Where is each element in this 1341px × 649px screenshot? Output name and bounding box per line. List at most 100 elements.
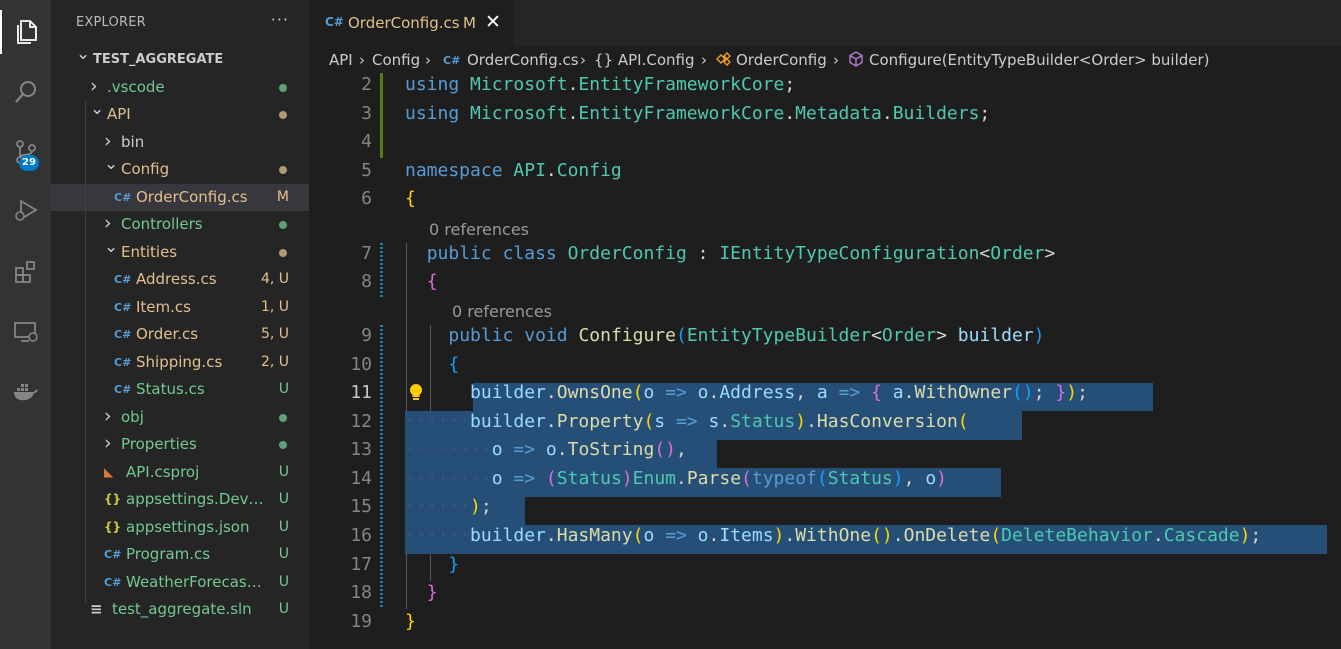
csharp-file-icon: C# [114, 300, 132, 314]
extensions-activity[interactable] [0, 250, 51, 294]
git-status-decoration: M [276, 188, 289, 205]
json-file-icon: {} [104, 519, 122, 534]
folder-item[interactable]: ⌄ Config [51, 154, 309, 183]
file-item[interactable]: {} appsettings.json U [51, 514, 309, 541]
csharp-file-icon: C# [104, 548, 122, 561]
line-number: 16 [350, 525, 372, 546]
codelens-method-references[interactable]: 0 references [452, 302, 552, 321]
csharp-file-icon: C# [114, 328, 132, 341]
code-line: } [426, 582, 438, 603]
docker-activity[interactable] [0, 370, 51, 414]
file-item[interactable]: {} appsettings.Develop... U [51, 486, 309, 513]
breadcrumb-class[interactable]: OrderConfig [736, 51, 827, 69]
run-debug-activity[interactable] [0, 188, 51, 232]
tree-item-label: Address.cs [136, 270, 217, 288]
file-item[interactable]: ◣ API.csproj U [51, 459, 309, 486]
git-status-decoration: U [278, 463, 289, 480]
breadcrumb-namespace[interactable]: {} API.Config [594, 51, 694, 69]
workspace-root[interactable]: ⌄ TEST_AGGREGATE [51, 44, 309, 73]
code-line: using Microsoft.EntityFrameworkCore.Meta… [405, 103, 991, 124]
breadcrumb-method[interactable]: Configure(EntityTypeBuilder<Order> build… [869, 51, 1210, 69]
chevron-right-icon[interactable]: › [104, 430, 116, 457]
chevron-down-icon[interactable]: ⌄ [90, 96, 104, 123]
csharp-file-icon: C# [114, 273, 132, 286]
folder-item[interactable]: › obj [51, 404, 309, 431]
chevron-right-icon[interactable]: › [104, 403, 116, 430]
git-status-decoration: U [278, 573, 289, 590]
file-item[interactable]: C# WeatherForecast.cs U [51, 569, 309, 596]
folder-item[interactable]: › Controllers [51, 211, 309, 238]
tree-item-label: Status.cs [136, 380, 205, 398]
remote-explorer-activity[interactable] [0, 310, 51, 354]
tab-orderconfig[interactable]: C# OrderConfig.cs M ✕ [309, 0, 514, 47]
git-status-decoration: U [278, 491, 289, 507]
more-actions-button[interactable]: ··· [271, 10, 289, 29]
code-editor[interactable]: 2 3 4 5 6 7 8 9 10 11 12 13 14 15 16 17 18 19 0 reference… [309, 73, 1341, 649]
line-number: 8 [361, 271, 372, 292]
tree-item-label: Controllers [121, 215, 203, 233]
explorer-activity[interactable] [0, 10, 51, 54]
git-added-gutter [380, 73, 383, 158]
line-number: 14 [350, 468, 372, 489]
source-control-activity[interactable]: 29 [0, 130, 51, 174]
breadcrumb-config[interactable]: Config [372, 51, 420, 69]
line-number: 10 [350, 354, 372, 375]
file-item[interactable]: C# Item.cs 1, U [51, 294, 309, 321]
line-number: 2 [361, 74, 372, 95]
file-item[interactable]: C# Order.cs 5, U [51, 321, 309, 348]
code-line: ········o => (Status)Enum.Parse(typeof(S… [405, 468, 947, 489]
line-number: 12 [350, 411, 372, 432]
tree-item-label: OrderConfig.cs [136, 187, 248, 206]
breadcrumb-separator: › [580, 51, 586, 69]
tree-item-label: obj [121, 407, 144, 426]
git-status-dot [279, 248, 287, 257]
files-icon [16, 20, 37, 44]
file-item[interactable]: C# Program.cs U [51, 541, 309, 568]
file-item[interactable]: C# Status.cs U [51, 376, 309, 403]
tree-item-label: WeatherForecast.cs [126, 572, 264, 591]
scm-count-badge: 29 [19, 155, 39, 171]
tree-item-label: Order.cs [136, 325, 199, 343]
breadcrumb-separator: › [701, 51, 707, 69]
folder-item[interactable]: › Properties [51, 431, 309, 458]
file-item[interactable]: C# OrderConfig.cs M [51, 183, 309, 211]
json-file-icon: {} [104, 492, 122, 506]
tree-item-label: bin [121, 132, 145, 151]
breadcrumb-file[interactable]: OrderConfig.cs [467, 51, 579, 69]
git-status-decoration: U [278, 381, 289, 397]
code-line: using Microsoft.EntityFrameworkCore; [405, 74, 796, 95]
chevron-down-icon[interactable]: ⌄ [104, 151, 118, 178]
close-icon[interactable]: ✕ [485, 11, 501, 33]
tree-item-label: Entities [121, 242, 178, 261]
breadcrumb-api[interactable]: API [329, 51, 353, 69]
line-number: 7 [361, 243, 372, 264]
activity-bar: 29 [0, 0, 51, 649]
code-line: public void Configure(EntityTypeBuilder<… [448, 325, 1045, 346]
code-line: ······builder.HasMany(o => o.Items).With… [405, 525, 1262, 546]
code-line: ········o => o.ToString(), [405, 439, 687, 460]
line-number: 19 [350, 611, 372, 632]
chevron-down-icon[interactable]: ⌄ [76, 41, 90, 68]
codelens-class-references[interactable]: 0 references [429, 220, 529, 239]
chevron-down-icon[interactable]: ⌄ [104, 234, 118, 261]
folder-item[interactable]: › bin [51, 129, 309, 156]
code-line: ······builder.Property(s => s.Status).Ha… [405, 411, 969, 432]
tree-item-label: appsettings.Develop... [126, 490, 264, 508]
git-modified-gutter [380, 243, 383, 298]
git-status-dot [279, 111, 287, 119]
git-modified-gutter [380, 325, 383, 609]
tree-item-label: Program.cs [126, 545, 211, 563]
class-icon [714, 50, 734, 72]
folder-item[interactable]: ⌄ Entities [51, 237, 309, 266]
folder-item[interactable]: ⌄ API [51, 99, 309, 128]
git-status-dot [279, 221, 287, 229]
file-item[interactable]: C# Address.cs 4, U [51, 266, 309, 293]
tree-item-label: API [107, 105, 131, 123]
line-number: 17 [350, 554, 372, 575]
git-status-dot [279, 166, 287, 174]
search-activity[interactable] [0, 70, 51, 114]
file-item[interactable]: ≡ test_aggregate.sln U [51, 596, 309, 623]
csharp-file-icon: C# [114, 190, 132, 204]
tree-item-label: Config [121, 160, 170, 178]
file-item[interactable]: C# Shipping.cs 2, U [51, 349, 309, 376]
